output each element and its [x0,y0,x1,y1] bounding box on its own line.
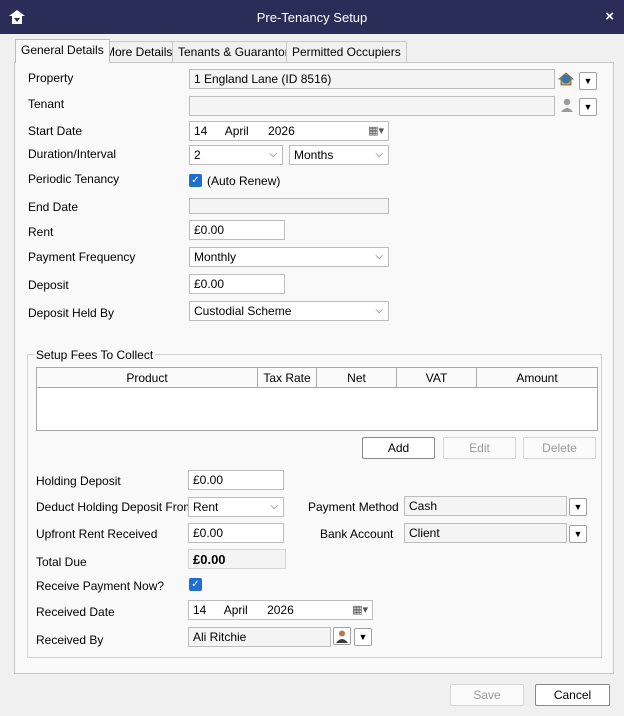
end-date-field[interactable] [189,198,389,214]
received-date-month: April [223,603,248,617]
rent-field[interactable]: £0.00 [189,220,285,240]
tab-permitted-occupiers[interactable]: Permitted Occupiers [286,41,407,62]
received-date-label: Received Date [36,605,115,619]
periodic-label: Periodic Tenancy [28,172,120,186]
payment-frequency-select[interactable]: Monthly ⌵ [189,247,389,267]
start-date-field[interactable]: 14 April 2026 ▦▾ [189,121,389,141]
deduct-from-value: Rent [193,500,219,514]
auto-renew-label: (Auto Renew) [207,174,281,188]
tab-general-details[interactable]: General Details [15,39,110,63]
tab-more-details[interactable]: More Details [99,41,179,62]
tenant-dropdown-button[interactable]: ▼ [579,98,597,116]
person-icon[interactable] [333,627,351,645]
received-date-year: 2026 [267,603,294,617]
receive-now-checkbox[interactable]: ✓ [189,578,202,591]
start-date-month: April [224,124,249,138]
duration-unit-select[interactable]: Months ⌵ [289,145,389,165]
payment-method-label: Payment Method [308,500,399,514]
title-bar: Pre-Tenancy Setup × [0,0,624,34]
upfront-rent-label: Upfront Rent Received [36,527,158,541]
person-icon[interactable] [558,97,576,115]
received-by-field[interactable]: Ali Ritchie [188,627,331,647]
start-date-day: 14 [194,124,208,138]
fees-grid[interactable]: Product Tax Rate Net VAT Amount [36,367,598,431]
window-title: Pre-Tenancy Setup [256,10,368,25]
bank-account-field[interactable]: Client [404,523,567,543]
deposit-held-by-label: Deposit Held By [28,306,115,320]
tab-tenants-guarantors[interactable]: Tenants & Guarantors [172,41,301,62]
payment-frequency-value: Monthly [194,250,237,264]
deduct-from-label: Deduct Holding Deposit From [36,500,194,514]
end-date-label: End Date [28,200,79,214]
column-amount[interactable]: Amount [477,368,597,388]
duration-value: 2 [194,148,201,162]
received-by-dropdown-button[interactable]: ▼ [354,628,372,646]
bank-account-label: Bank Account [320,527,394,541]
add-fee-button[interactable]: Add [362,437,435,459]
deposit-held-by-value: Custodial Scheme [194,304,292,318]
deposit-field[interactable]: £0.00 [189,274,285,294]
rent-label: Rent [28,225,54,239]
column-vat[interactable]: VAT [397,368,477,388]
received-by-label: Received By [36,633,104,647]
column-net[interactable]: Net [317,368,397,388]
periodic-checkbox[interactable]: ✓ [189,174,202,187]
setup-fees-title: Setup Fees To Collect [34,348,156,362]
holding-deposit-field[interactable]: £0.00 [188,470,284,490]
calendar-icon[interactable]: ▦▾ [352,603,368,616]
edit-fee-button[interactable]: Edit [443,437,516,459]
deduct-from-select[interactable]: Rent ⌵ [188,497,284,517]
delete-fee-button[interactable]: Delete [523,437,596,459]
column-product[interactable]: Product [37,368,258,388]
payment-method-dropdown-button[interactable]: ▼ [569,498,587,516]
deposit-label: Deposit [28,278,69,292]
start-date-year: 2026 [268,124,295,138]
chevron-down-icon: ⌵ [270,501,278,512]
duration-value-select[interactable]: 2 ⌵ [189,145,283,165]
payment-frequency-label: Payment Frequency [28,250,136,264]
chevron-down-icon: ⌵ [375,305,383,316]
upfront-rent-field[interactable]: £0.00 [188,523,284,543]
chevron-down-icon: ⌵ [269,149,277,160]
tenant-label: Tenant [28,97,65,111]
column-tax-rate[interactable]: Tax Rate [258,368,317,388]
received-date-day: 14 [193,603,207,617]
cancel-button[interactable]: Cancel [535,684,610,706]
chevron-down-icon: ⌵ [375,149,383,160]
house-icon[interactable] [557,71,575,89]
property-dropdown-button[interactable]: ▼ [579,72,597,90]
total-due-value: £0.00 [188,549,286,569]
deposit-held-by-select[interactable]: Custodial Scheme ⌵ [189,301,389,321]
property-label: Property [28,71,74,85]
receive-now-label: Receive Payment Now? [36,579,165,593]
chevron-down-icon: ⌵ [375,251,383,262]
start-date-label: Start Date [28,124,83,138]
bank-account-dropdown-button[interactable]: ▼ [569,525,587,543]
calendar-icon[interactable]: ▦▾ [368,124,384,137]
close-icon[interactable]: × [605,8,614,25]
received-date-field[interactable]: 14 April 2026 ▦▾ [188,600,373,620]
duration-label: Duration/Interval [28,147,117,161]
payment-method-field[interactable]: Cash [404,496,567,516]
total-due-label: Total Due [36,555,87,569]
holding-deposit-label: Holding Deposit [36,474,121,488]
save-button[interactable]: Save [450,684,524,706]
property-field[interactable]: 1 England Lane (ID 8516) [189,69,555,89]
duration-unit: Months [294,148,334,162]
tenant-field[interactable] [189,96,555,116]
